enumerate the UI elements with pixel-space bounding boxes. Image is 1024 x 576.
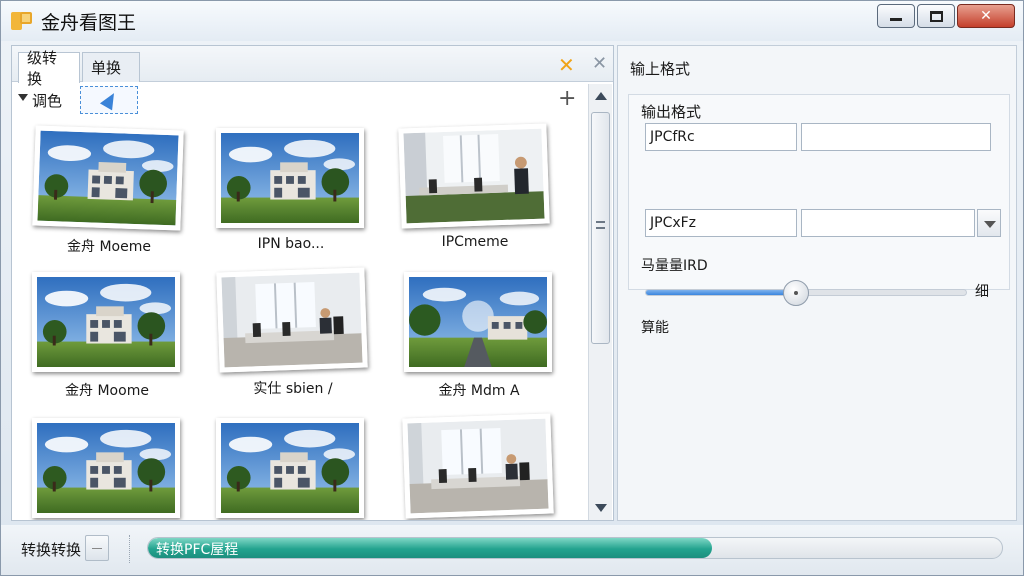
- thumbnail-item[interactable]: IPN bao...: [216, 128, 366, 252]
- slider-end-label: 细: [975, 284, 989, 300]
- thumbnail-item[interactable]: [216, 418, 366, 520]
- format-field-1[interactable]: JPCfRc: [645, 123, 797, 151]
- thumbnail-image: [32, 418, 180, 518]
- close-icon: ✕: [980, 8, 992, 24]
- minimize-button[interactable]: [877, 4, 915, 28]
- thumbnail-caption: 金舟 Moome: [65, 383, 149, 399]
- format-dropdown[interactable]: JPCxFz: [645, 209, 797, 237]
- tab-label: 级转换: [27, 49, 58, 88]
- cursor-icon: [99, 89, 121, 111]
- group-label: 调色: [32, 92, 63, 110]
- slider-knob[interactable]: [783, 280, 810, 306]
- chevron-down-icon[interactable]: [977, 209, 1001, 237]
- quality-label: 马量量IRD: [641, 258, 708, 274]
- thumbnail-image: [404, 272, 552, 372]
- tab-label: 单换: [91, 59, 122, 77]
- scrollbar-thumb[interactable]: [591, 112, 610, 344]
- panel-tabbar: 级转换 单换 ✕ ✕: [12, 46, 613, 88]
- maximize-button[interactable]: [917, 4, 955, 28]
- grip-line: [596, 227, 605, 229]
- thumbnail-image: [216, 418, 364, 518]
- select-tool-button[interactable]: [80, 86, 138, 114]
- format-dropdown-extra[interactable]: [801, 209, 975, 237]
- scroll-up-icon[interactable]: [595, 92, 607, 100]
- thumbnail-caption: IPN bao...: [257, 236, 325, 252]
- thumbnail-item[interactable]: 金舟 Moome: [32, 272, 182, 400]
- thumbnail-image: [402, 413, 554, 519]
- thumbnail-image: [216, 267, 368, 373]
- output-format-title: 输出格式: [641, 103, 702, 121]
- conversion-progress-bar: 转换PFC屋程: [147, 537, 1003, 559]
- window-controls: ✕: [875, 4, 1015, 28]
- thumbnail-item[interactable]: IPCmeme: [398, 123, 550, 250]
- thumbnail-image: [398, 123, 550, 229]
- thumbnail-panel: 级转换 单换 ✕ ✕ 调色 + 金舟 Moeme IPN bao... IPCm…: [11, 45, 614, 521]
- settings-title: 输上格式: [630, 60, 691, 78]
- add-icon[interactable]: +: [558, 86, 576, 111]
- maximize-icon: [929, 10, 943, 22]
- slider-fill: [646, 290, 797, 295]
- thumbnail-caption: 金舟 Moeme: [67, 239, 151, 255]
- tab-batch-convert[interactable]: 级转换: [18, 49, 80, 88]
- window-title: 金舟看图王: [41, 11, 137, 34]
- format-field-2[interactable]: [801, 123, 991, 151]
- thumbnail-image: [216, 128, 364, 228]
- pin-icon[interactable]: ✕: [558, 53, 575, 77]
- thumbnail-item[interactable]: [32, 418, 182, 520]
- extra-label: 算能: [641, 320, 669, 336]
- thumbnail-image: [32, 125, 184, 231]
- thumbnail-item[interactable]: 实仕 sbien /: [216, 267, 368, 398]
- thumbnail-item[interactable]: 金舟 Moeme: [32, 125, 184, 256]
- thumbnail-image: [32, 272, 180, 372]
- close-button[interactable]: ✕: [957, 4, 1015, 28]
- status-menu-button[interactable]: [85, 535, 109, 561]
- progress-text: 转换PFC屋程: [156, 542, 239, 558]
- thumbnail-scrollbar[interactable]: [588, 84, 612, 520]
- thumbnail-caption: 实仕 sbien /: [253, 381, 333, 397]
- thumbnail-item[interactable]: [402, 413, 554, 520]
- minimize-icon: [890, 17, 902, 21]
- panel-close-icon[interactable]: ✕: [592, 53, 607, 74]
- status-bar: 转换转换 转换PFC屋程: [1, 525, 1023, 575]
- status-separator: [129, 535, 130, 563]
- settings-panel: 输上格式 输出格式 JPCfRc JPCxFz 马量量IRD 细 算能: [617, 45, 1017, 521]
- scroll-down-icon[interactable]: [595, 504, 607, 512]
- status-label: 转换转换: [21, 541, 82, 559]
- thumbnail-grid: 金舟 Moeme IPN bao... IPCmeme 金舟 Moome 实仕 …: [12, 116, 587, 520]
- app-logo-icon: [11, 10, 33, 32]
- app-window: 金舟看图王 ✕ 级转换 单换 ✕ ✕ 调色 + 金舟 Moeme IPN bao…: [0, 0, 1024, 576]
- collapse-arrow-icon[interactable]: [18, 94, 28, 101]
- group-header: 调色 +: [12, 84, 587, 114]
- thumbnail-item[interactable]: 金舟 Mdm A: [404, 272, 554, 400]
- output-format-group: 输出格式 JPCfRc JPCxFz 马量量IRD 细 算能: [628, 94, 1010, 336]
- grip-line: [596, 221, 605, 223]
- thumbnail-caption: 金舟 Mdm A: [438, 383, 520, 399]
- quality-slider[interactable]: [645, 280, 967, 306]
- tab-single-convert[interactable]: 单换: [82, 52, 140, 82]
- title-bar: 金舟看图王 ✕: [1, 1, 1023, 41]
- thumbnail-caption: IPCmeme: [441, 234, 509, 250]
